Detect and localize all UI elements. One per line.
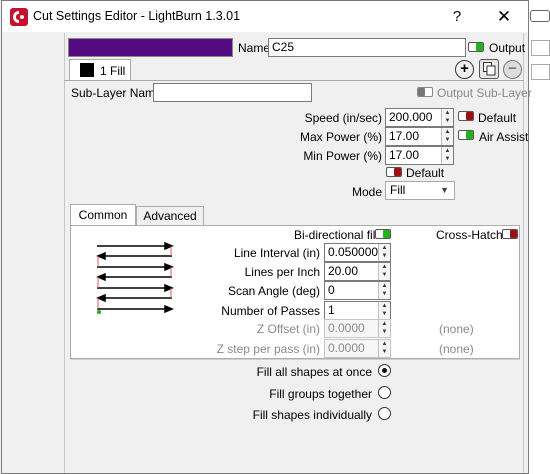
mode-label: Mode bbox=[351, 185, 382, 199]
name-field[interactable]: C25 bbox=[268, 38, 466, 57]
max-power-field[interactable]: 17.00 ▲ ▼ bbox=[385, 127, 454, 146]
z-step-label: Z step per pass (in) bbox=[216, 342, 320, 356]
crosshatch-label: Cross-Hatch bbox=[436, 228, 503, 242]
bidirectional-toggle[interactable] bbox=[375, 229, 391, 239]
fill-groups-together-radio[interactable] bbox=[378, 386, 391, 399]
z-step-field: 0.0000 ▲ ▼ bbox=[324, 339, 391, 358]
speed-default-toggle[interactable] bbox=[458, 111, 474, 121]
bidirectional-label: Bi-directional fill bbox=[294, 228, 379, 242]
z-step-note: (none) bbox=[439, 342, 474, 356]
air-assist-toggle[interactable] bbox=[458, 130, 474, 140]
z-offset-label: Z Offset (in) bbox=[256, 322, 320, 336]
scan-angle-field[interactable]: 0 ▲ ▼ bbox=[324, 281, 391, 300]
min-power-label: Min Power (%) bbox=[303, 149, 382, 163]
lightburn-app-icon bbox=[10, 8, 28, 26]
close-button[interactable]: ✕ bbox=[484, 4, 524, 30]
spin-arrows-icon: ▲ ▼ bbox=[378, 340, 390, 357]
toolbar-fragment-icon bbox=[530, 10, 550, 22]
fill-all-at-once-radio[interactable] bbox=[378, 364, 391, 377]
output-sublayer-toggle[interactable] bbox=[417, 87, 433, 97]
sublayer-tab-label: 1 Fill bbox=[100, 64, 126, 78]
line-interval-value: 0.050000 bbox=[328, 245, 379, 259]
speed-default-label: Default bbox=[478, 111, 517, 125]
z-offset-field: 0.0000 ▲ ▼ bbox=[324, 319, 391, 338]
mode-select[interactable]: Fill ▼ bbox=[385, 181, 455, 200]
z-offset-note: (none) bbox=[439, 322, 474, 336]
tab-advanced[interactable]: Advanced bbox=[136, 206, 204, 226]
lines-per-inch-label: Lines per Inch bbox=[244, 265, 320, 279]
z-step-value: 0.0000 bbox=[328, 341, 365, 355]
fill-groups-together-label: Fill groups together bbox=[269, 387, 372, 401]
name-label: Name bbox=[238, 41, 271, 55]
spin-arrows-icon[interactable]: ▲ ▼ bbox=[441, 128, 453, 145]
remove-sublayer-button[interactable]: − bbox=[503, 60, 522, 79]
min-power-field[interactable]: 17.00 ▲ ▼ bbox=[385, 146, 454, 165]
window-title: Cut Settings Editor - LightBurn 1.3.01 bbox=[33, 9, 241, 23]
line-interval-label: Line Interval (in) bbox=[233, 246, 320, 260]
add-sublayer-button[interactable]: + bbox=[455, 60, 474, 79]
sublayer-name-field[interactable] bbox=[153, 83, 312, 102]
copy-icon bbox=[483, 62, 496, 76]
fill-individually-radio[interactable] bbox=[378, 407, 391, 420]
scan-angle-label: Scan Angle (deg) bbox=[227, 284, 320, 298]
sublayer-tab[interactable]: 1 Fill bbox=[69, 59, 131, 80]
max-power-label: Max Power (%) bbox=[299, 130, 382, 144]
output-label: Output bbox=[489, 41, 526, 55]
air-assist-label: Air Assist bbox=[479, 130, 529, 144]
power-default-label: Default bbox=[406, 166, 445, 180]
fill-all-at-once-label: Fill all shapes at once bbox=[256, 365, 372, 379]
help-button[interactable]: ? bbox=[437, 4, 477, 30]
passes-label: Number of Passes bbox=[221, 304, 320, 318]
speed-field[interactable]: 200.000 ▲ ▼ bbox=[385, 108, 454, 127]
passes-field[interactable]: 1 ▲ ▼ bbox=[324, 301, 391, 320]
background-field bbox=[531, 40, 550, 56]
spin-arrows-icon[interactable]: ▲ ▼ bbox=[378, 263, 390, 280]
fill-pattern-preview-icon bbox=[96, 241, 174, 314]
copy-sublayer-button[interactable] bbox=[479, 59, 499, 79]
cut-settings-dialog: Cut Settings Editor - LightBurn 1.3.01 ?… bbox=[1, 0, 532, 474]
passes-value: 1 bbox=[328, 303, 335, 317]
speed-value: 200.000 bbox=[389, 110, 433, 124]
layer-color-swatch[interactable] bbox=[68, 38, 233, 57]
sublayer-color-swatch bbox=[80, 63, 94, 77]
line-interval-field[interactable]: 0.050000 ▲ ▼ bbox=[324, 243, 391, 262]
min-power-value: 17.00 bbox=[389, 148, 420, 162]
output-toggle[interactable] bbox=[468, 42, 484, 52]
spin-arrows-icon[interactable]: ▲ ▼ bbox=[441, 147, 453, 164]
background-field bbox=[531, 64, 550, 80]
crosshatch-toggle[interactable] bbox=[502, 229, 518, 239]
fill-individually-label: Fill shapes individually bbox=[252, 408, 372, 422]
chevron-down-icon: ▼ bbox=[440, 185, 449, 195]
sublayer-name-label: Sub-Layer Name bbox=[71, 86, 162, 100]
lines-per-inch-value: 20.00 bbox=[328, 264, 359, 278]
mode-value: Fill bbox=[390, 183, 406, 197]
spin-arrows-icon[interactable]: ▲ ▼ bbox=[441, 109, 453, 126]
power-default-toggle[interactable] bbox=[386, 167, 402, 177]
title-bar: Cut Settings Editor - LightBurn 1.3.01 ?… bbox=[2, 1, 528, 32]
spin-arrows-icon[interactable]: ▲ ▼ bbox=[378, 282, 390, 299]
spin-arrows-icon[interactable]: ▲ ▼ bbox=[378, 244, 390, 261]
lines-per-inch-field[interactable]: 20.00 ▲ ▼ bbox=[324, 262, 391, 281]
tab-common[interactable]: Common bbox=[70, 204, 136, 226]
spin-arrows-icon[interactable]: ▲ ▼ bbox=[378, 302, 390, 319]
z-offset-value: 0.0000 bbox=[328, 321, 365, 335]
scan-angle-value: 0 bbox=[328, 283, 335, 297]
max-power-value: 17.00 bbox=[389, 129, 420, 143]
speed-label: Speed (in/sec) bbox=[304, 111, 382, 125]
output-sublayer-label: Output Sub-Layer bbox=[437, 86, 532, 100]
spin-arrows-icon: ▲ ▼ bbox=[378, 320, 390, 337]
sublayer-divider bbox=[64, 80, 524, 81]
